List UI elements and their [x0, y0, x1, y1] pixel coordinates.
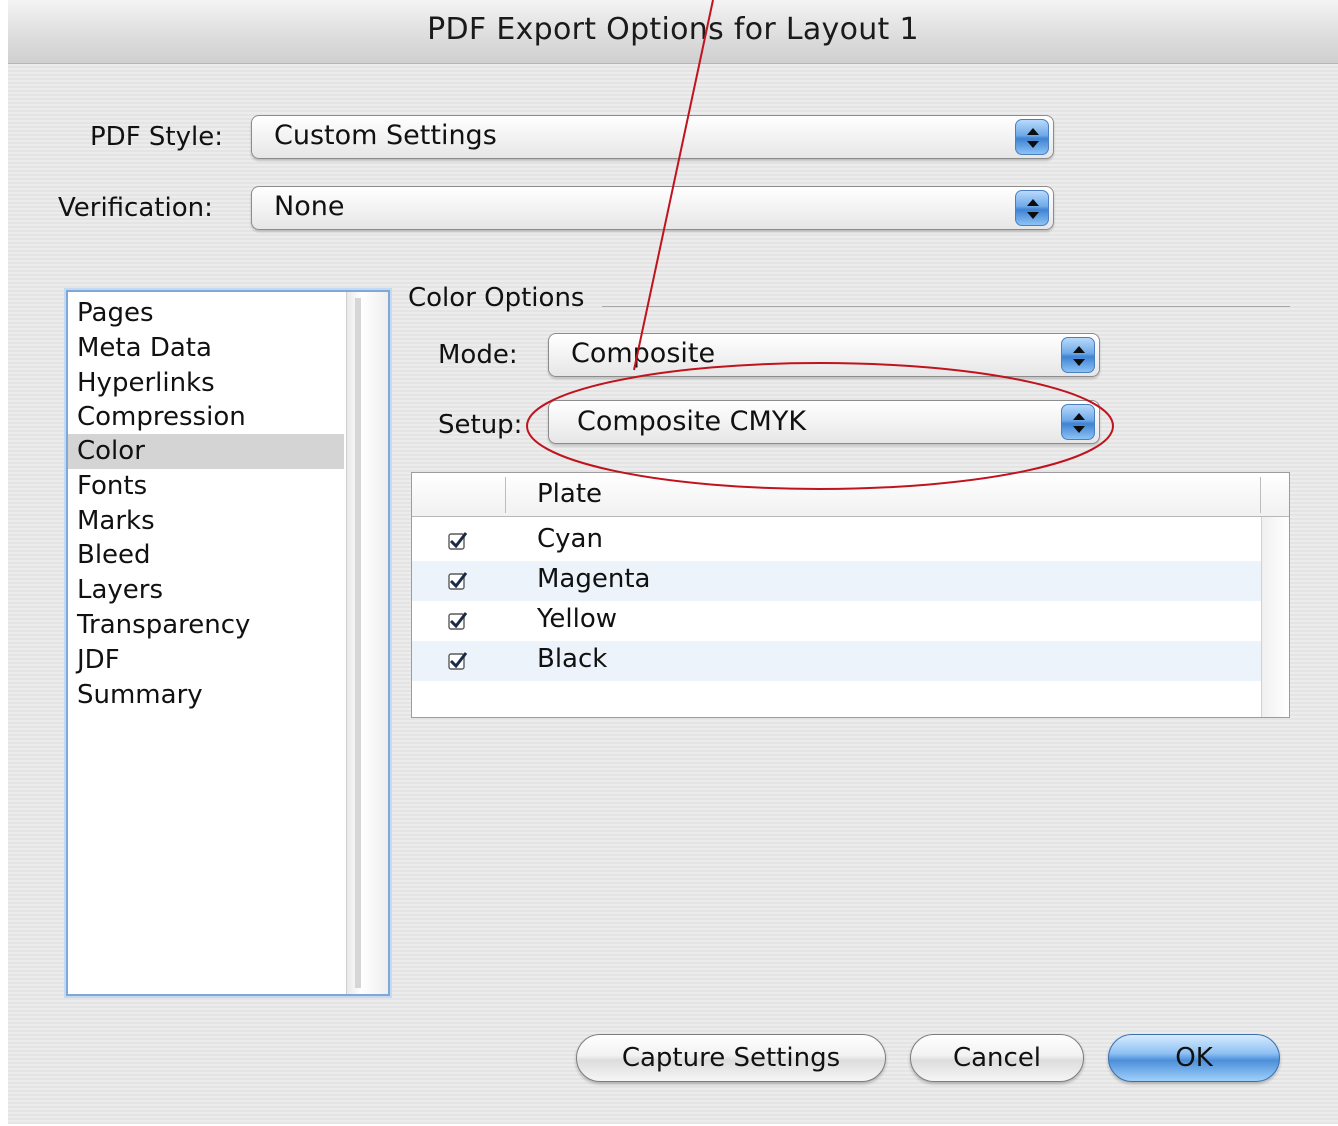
annotation-highlight-ellipse	[526, 362, 1114, 490]
annotation-overlay	[526, 0, 1114, 490]
annotation-pointer-line	[633, 0, 714, 371]
